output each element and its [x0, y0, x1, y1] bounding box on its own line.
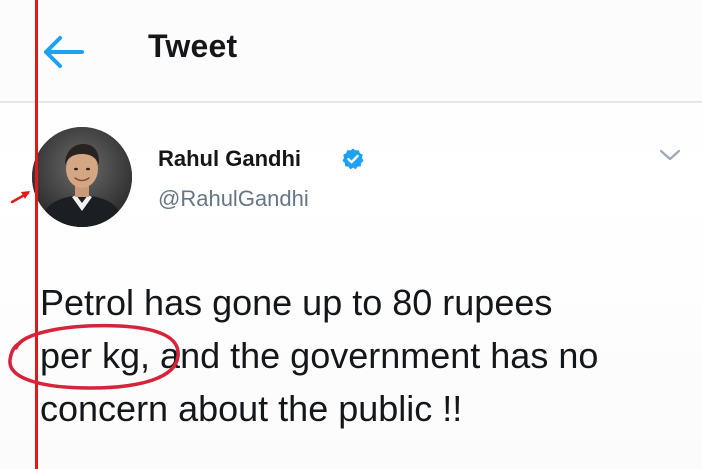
tweet-text-line: concern about the public !!	[40, 388, 463, 429]
tweet-text-line: Petrol has gone up to 80 rupees	[40, 282, 553, 323]
author-name[interactable]: Rahul Gandhi	[158, 146, 301, 172]
tweet-text-line: per kg, and the government has no	[40, 335, 599, 376]
chevron-down-icon	[659, 149, 681, 161]
top-app-bar: Tweet	[0, 0, 702, 103]
verified-badge-icon	[341, 147, 365, 171]
arrow-left-icon	[44, 36, 84, 68]
tweet-detail-page: Tweet Rahul Gandhi @RahulGandhi Petrol h…	[0, 0, 702, 469]
header-divider	[0, 101, 702, 103]
tweet-text: Petrol has gone up to 80 rupees per kg, …	[40, 276, 690, 435]
profile-photo-icon	[32, 127, 132, 227]
avatar[interactable]	[32, 127, 132, 227]
back-button[interactable]	[38, 30, 88, 74]
annotation-vertical-line	[35, 0, 38, 469]
tweet-menu-button[interactable]	[656, 144, 684, 166]
author-handle[interactable]: @RahulGandhi	[158, 186, 309, 212]
page-title: Tweet	[148, 28, 238, 64]
annotation-arrow-icon	[10, 191, 30, 204]
